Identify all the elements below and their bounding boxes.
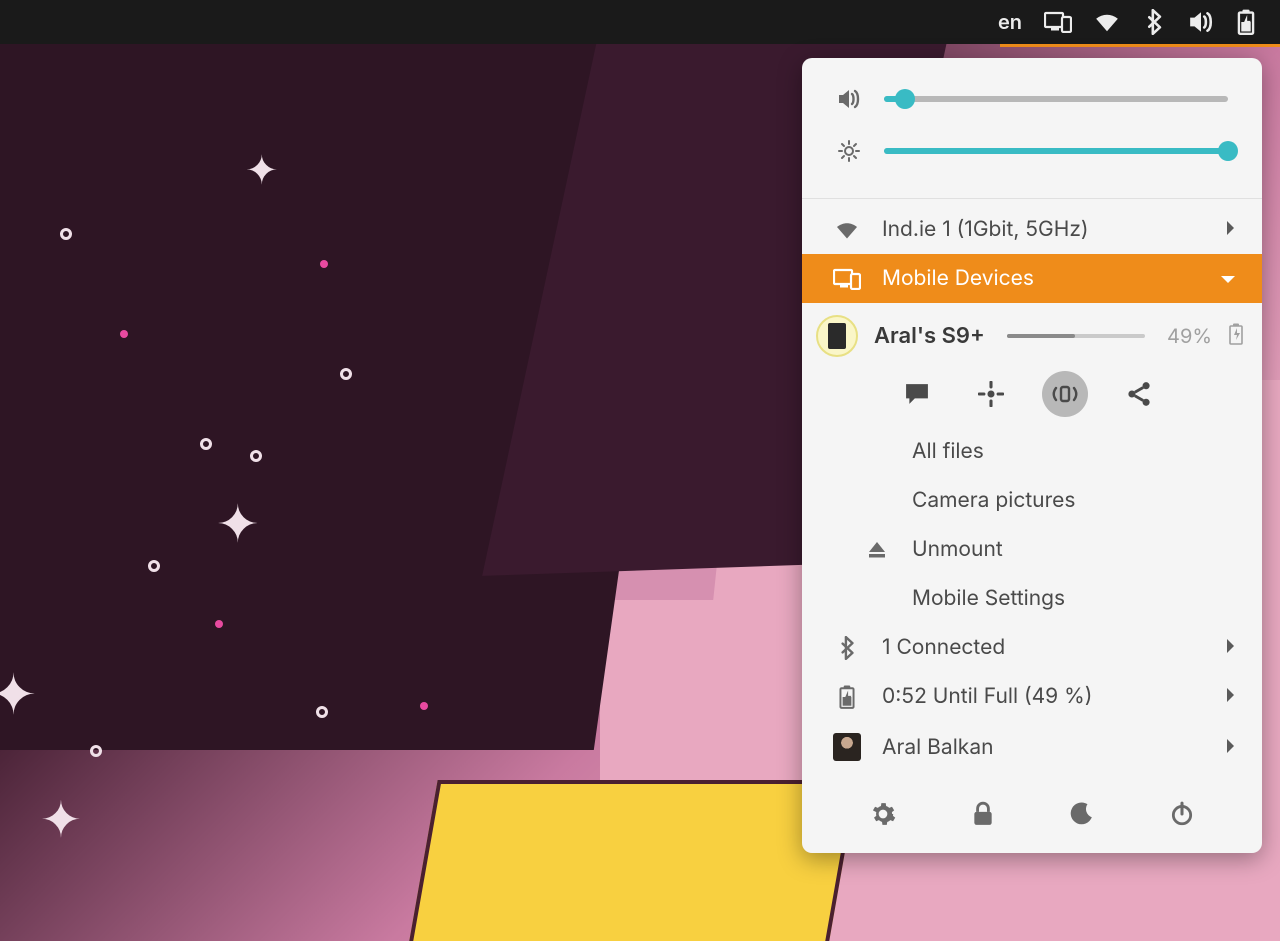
mobile-devices-row[interactable]: Mobile Devices — [802, 254, 1262, 303]
device-all-files[interactable]: All files — [802, 427, 1262, 476]
sliders-section — [802, 58, 1262, 198]
camera-pictures-label: Camera pictures — [912, 488, 1076, 513]
bluetooth-icon[interactable] — [1142, 9, 1166, 35]
brightness-slider[interactable] — [884, 148, 1228, 154]
lock-button[interactable] — [972, 801, 994, 831]
device-avatar-icon — [816, 315, 858, 357]
keyboard-language-indicator[interactable]: en — [998, 10, 1022, 34]
device-unmount[interactable]: Unmount — [802, 525, 1262, 574]
system-status-popover: Ind.ie 1 (1Gbit, 5GHz) Mobile Devices Ar… — [802, 58, 1262, 853]
chevron-right-icon — [1226, 635, 1236, 660]
volume-icon[interactable] — [1188, 10, 1214, 34]
device-expanded-section: Aral's S9+ 49% All files — [802, 303, 1262, 623]
battery-label: 0:52 Until Full (49 %) — [882, 684, 1206, 709]
battery-row[interactable]: 0:52 Until Full (49 %) — [802, 672, 1262, 721]
user-row[interactable]: Aral Balkan — [802, 721, 1262, 773]
bluetooth-icon — [832, 636, 862, 660]
mobile-settings-label: Mobile Settings — [912, 586, 1065, 611]
battery-charging-icon — [832, 685, 862, 709]
device-name: Aral's S9+ — [874, 323, 985, 349]
wifi-row[interactable]: Ind.ie 1 (1Gbit, 5GHz) — [802, 205, 1262, 254]
all-files-label: All files — [912, 439, 984, 464]
top-menu-bar: en — [0, 0, 1280, 44]
night-mode-button[interactable] — [1070, 802, 1094, 830]
locate-action-button[interactable] — [968, 371, 1014, 417]
wifi-icon — [832, 220, 862, 240]
chevron-right-icon — [1226, 735, 1236, 760]
charging-icon — [1228, 323, 1244, 349]
volume-slider-row — [836, 88, 1228, 110]
chevron-right-icon — [1226, 217, 1236, 242]
unmount-label: Unmount — [912, 537, 1003, 562]
bluetooth-label: 1 Connected — [882, 635, 1206, 660]
eject-icon — [862, 541, 892, 559]
bluetooth-row[interactable]: 1 Connected — [802, 623, 1262, 672]
wifi-label: Ind.ie 1 (1Gbit, 5GHz) — [882, 217, 1206, 242]
device-battery-percent: 49% — [1167, 324, 1212, 348]
chevron-right-icon — [1226, 684, 1236, 709]
battery-charging-icon[interactable] — [1236, 9, 1256, 35]
share-action-button[interactable] — [1116, 371, 1162, 417]
sms-action-button[interactable] — [894, 371, 940, 417]
brightness-slider-row — [836, 140, 1228, 162]
separator — [802, 198, 1262, 199]
bottom-actions — [802, 773, 1262, 847]
user-name-label: Aral Balkan — [882, 735, 1206, 760]
tray-highlight — [1000, 44, 1280, 47]
devices-icon[interactable] — [1044, 11, 1072, 33]
user-avatar — [832, 733, 862, 761]
device-camera-pictures[interactable]: Camera pictures — [802, 476, 1262, 525]
wifi-icon[interactable] — [1094, 11, 1120, 33]
device-mobile-settings[interactable]: Mobile Settings — [802, 574, 1262, 623]
mobile-devices-label: Mobile Devices — [882, 266, 1200, 291]
power-button[interactable] — [1170, 801, 1194, 831]
chevron-down-icon — [1220, 266, 1236, 291]
volume-slider[interactable] — [884, 96, 1228, 102]
ring-action-button[interactable] — [1042, 371, 1088, 417]
settings-button[interactable] — [870, 801, 896, 831]
device-action-buttons — [802, 365, 1262, 427]
volume-icon — [836, 88, 862, 110]
device-battery-bar — [1007, 334, 1145, 338]
brightness-icon — [836, 140, 862, 162]
device-header[interactable]: Aral's S9+ 49% — [802, 303, 1262, 365]
devices-icon — [832, 268, 862, 290]
